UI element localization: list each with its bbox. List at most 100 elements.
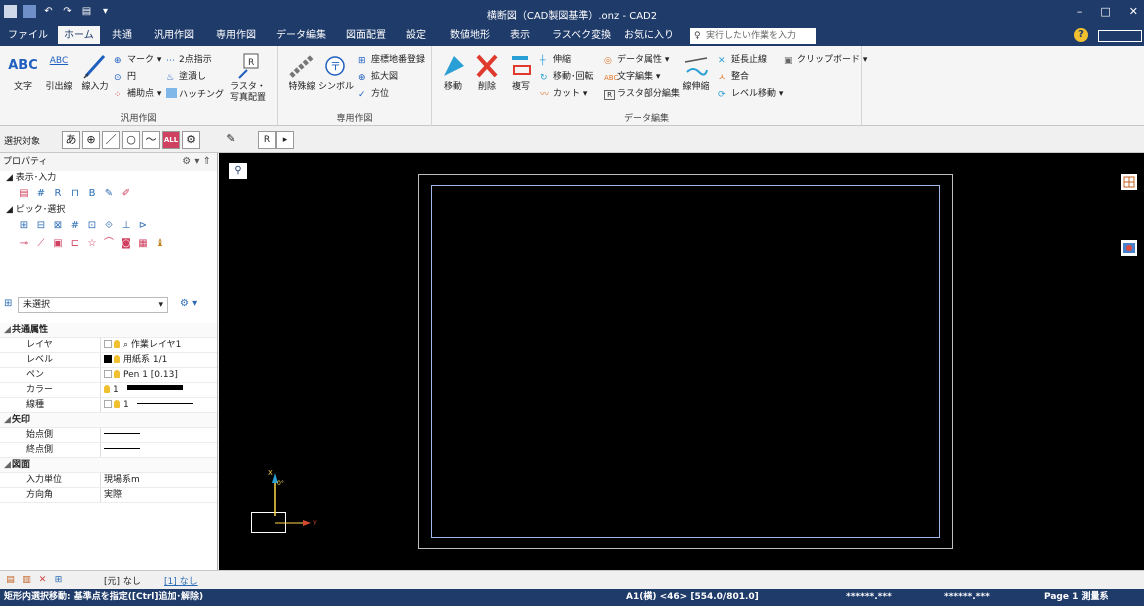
command-search-input[interactable]: ♀ 実行したい作業を入力 bbox=[690, 28, 816, 44]
pick-tangent-icon[interactable]: ⟋ bbox=[35, 238, 47, 250]
prop-row-end-arrow[interactable]: 終点側 bbox=[0, 443, 217, 458]
select-line-button[interactable]: ／ bbox=[102, 131, 120, 149]
raster-partial-edit-button[interactable]: R ラスタ部分編集 bbox=[604, 88, 680, 100]
minimize-button[interactable]: – bbox=[1077, 5, 1083, 18]
pick-frame2-icon[interactable]: ▦ bbox=[137, 238, 149, 250]
circle-button[interactable]: ⊙ 円 bbox=[114, 71, 136, 83]
cut-button[interactable]: 〰カット ▾ bbox=[540, 88, 587, 100]
tab-special-drawing[interactable]: 専用作図 bbox=[210, 26, 262, 46]
tab-data-edit[interactable]: データ編集 bbox=[270, 26, 332, 46]
select-curve-button[interactable]: 〜 bbox=[142, 131, 160, 149]
prop-row-start-arrow[interactable]: 始点側 bbox=[0, 428, 217, 443]
extend-stop-button[interactable]: ✕ 延長止線 bbox=[718, 54, 767, 66]
tab-numeric-terrain[interactable]: 数値地形 bbox=[444, 26, 496, 46]
account-box[interactable] bbox=[1098, 30, 1142, 42]
copy-sheet-icon[interactable]: ▥ bbox=[20, 574, 33, 586]
leader-button[interactable]: ABC 引出線 bbox=[44, 52, 74, 93]
prop-category-common[interactable]: ◢ 共通属性 bbox=[0, 323, 217, 338]
layer-icon[interactable]: ▤ bbox=[18, 188, 30, 200]
sheet-list-icon[interactable]: ⊞ bbox=[52, 574, 65, 586]
section-display-input[interactable]: ◢ 表示･入力 bbox=[0, 171, 217, 185]
pen-icon[interactable]: ✎ bbox=[103, 188, 115, 200]
align-button[interactable]: ㅅ整合 bbox=[718, 71, 749, 83]
clipboard-button[interactable]: ▣ クリップボード ▾ bbox=[784, 54, 867, 66]
pick-center-icon[interactable]: ⟐ bbox=[103, 220, 115, 232]
move-button[interactable]: 移動 bbox=[438, 52, 468, 93]
tab-home[interactable]: ホーム bbox=[58, 26, 100, 46]
raster-toggle-icon[interactable]: R bbox=[52, 188, 64, 200]
tab-general-drawing[interactable]: 汎用作図 bbox=[148, 26, 200, 46]
prop-row-layer[interactable]: レイヤ ⌕ 作業レイヤ1 bbox=[0, 338, 217, 353]
tab-common[interactable]: 共通 bbox=[106, 26, 138, 46]
pick-endpoint-icon[interactable]: ⊞ bbox=[18, 220, 30, 232]
grid-icon[interactable]: # bbox=[35, 188, 47, 200]
direction-button[interactable]: ✓ 方位 bbox=[358, 88, 389, 100]
pick-raster-icon[interactable]: ⊳ bbox=[137, 220, 149, 232]
selection-select[interactable]: 未選択 ▾ bbox=[18, 297, 168, 313]
pick-text-icon[interactable]: ⊏ bbox=[69, 238, 81, 250]
raster-select-button[interactable]: R bbox=[258, 131, 276, 149]
close-button[interactable]: ✕ bbox=[1129, 5, 1138, 18]
pick-midpoint-icon[interactable]: ⊟ bbox=[35, 220, 47, 232]
select-text-button[interactable]: あ bbox=[62, 131, 80, 149]
symbol-button[interactable]: 〒 シンボル bbox=[318, 52, 354, 93]
hatching-button[interactable]: ハッチング bbox=[166, 88, 224, 101]
prop-row-direction-angle[interactable]: 方向角 実際 bbox=[0, 488, 217, 503]
tab-favorites[interactable]: お気に入り bbox=[618, 26, 680, 46]
dropper-icon[interactable]: ✐ bbox=[120, 188, 132, 200]
data-attr-button[interactable]: ◎ データ属性 ▾ bbox=[604, 54, 669, 66]
select-all-button[interactable]: ALL bbox=[162, 131, 180, 149]
panel-layout-icon[interactable] bbox=[1121, 174, 1137, 190]
select-symbol-button[interactable]: ⊕ bbox=[82, 131, 100, 149]
prop-row-pen[interactable]: ペン Pen 1 [0.13] bbox=[0, 368, 217, 383]
delete-sheet-icon[interactable]: ✕ bbox=[36, 574, 49, 586]
tab-file[interactable]: ファイル bbox=[2, 26, 54, 46]
pick-line-icon[interactable]: ⊸ bbox=[18, 238, 30, 250]
aux-point-button[interactable]: ⁘ 補助点 ▾ bbox=[114, 88, 161, 100]
raster-next-button[interactable]: ▸ bbox=[276, 131, 294, 149]
pick-on-line-icon[interactable]: ⊡ bbox=[86, 220, 98, 232]
select-circle-button[interactable]: ○ bbox=[122, 131, 140, 149]
raster-photo-button[interactable]: R ラスタ・ 写真配置 bbox=[226, 52, 270, 104]
snap-icon[interactable]: ⊓ bbox=[69, 188, 81, 200]
pick-bag-icon[interactable]: ♝ bbox=[154, 238, 166, 250]
help-icon[interactable]: ? bbox=[1074, 28, 1088, 42]
move-rotate-button[interactable]: ↻ 移動･回転 bbox=[540, 71, 594, 83]
panel-controls[interactable]: ⚙ ▾ ⇑ bbox=[182, 153, 211, 171]
delete-button[interactable]: 削除 bbox=[472, 52, 502, 93]
sheet-tab-1[interactable]: [1] なし bbox=[164, 574, 198, 587]
pick-frame-icon[interactable]: ◙ bbox=[120, 238, 132, 250]
pick-perp-icon[interactable]: ⊥ bbox=[120, 220, 132, 232]
coord-register-button[interactable]: ⊞ 座標地番登録 bbox=[358, 54, 425, 66]
tab-raster-vector[interactable]: ラスベク変換 bbox=[546, 26, 617, 46]
maximize-button[interactable]: □ bbox=[1100, 5, 1110, 18]
copy-button[interactable]: 複写 bbox=[506, 52, 536, 93]
text-edit-button[interactable]: ABC文字編集 ▾ bbox=[604, 71, 660, 83]
pick-rect-icon[interactable]: ▣ bbox=[52, 238, 64, 250]
prop-category-drawing[interactable]: ◢ 図面 bbox=[0, 458, 217, 473]
tab-view[interactable]: 表示 bbox=[504, 26, 536, 46]
line-input-button[interactable]: 線入力 bbox=[78, 52, 112, 93]
zoom-view-button[interactable]: ⊕ 拡大図 bbox=[358, 71, 398, 83]
prop-category-arrow[interactable]: ◢ 矢印 bbox=[0, 413, 217, 428]
prop-row-linetype[interactable]: 線種 1 bbox=[0, 398, 217, 413]
special-line-button[interactable]: 特殊線 bbox=[284, 52, 320, 93]
select-settings-gear-icon[interactable]: ⚙ bbox=[182, 131, 200, 149]
pick-curve-icon[interactable]: ⌒ bbox=[103, 238, 115, 250]
fill-button[interactable]: ♨ 塗潰し bbox=[166, 71, 206, 83]
image-view-icon[interactable] bbox=[1121, 240, 1137, 256]
prop-row-color[interactable]: カラー 1 bbox=[0, 383, 217, 398]
section-pick-select[interactable]: ◢ ピック･選択 bbox=[0, 203, 217, 217]
text-button[interactable]: ABC 文字 bbox=[8, 52, 38, 93]
pick-grid-icon[interactable]: # bbox=[69, 220, 81, 232]
two-point-button[interactable]: ⋯ 2点指示 bbox=[166, 54, 212, 66]
filter-settings-icon[interactable]: ⚙ ▾ bbox=[180, 298, 197, 309]
pick-intersection-icon[interactable]: ⊠ bbox=[52, 220, 64, 232]
prop-row-input-unit[interactable]: 入力単位 現場系m bbox=[0, 473, 217, 488]
mark-button[interactable]: ⊕ マーク ▾ bbox=[114, 54, 161, 66]
tab-settings[interactable]: 設定 bbox=[400, 26, 432, 46]
level-move-button[interactable]: ⟳ レベル移動 ▾ bbox=[718, 88, 783, 100]
bg-toggle-icon[interactable]: B bbox=[86, 188, 98, 200]
new-sheet-icon[interactable]: ▤ bbox=[4, 574, 17, 586]
pick-star-icon[interactable]: ☆ bbox=[86, 238, 98, 250]
